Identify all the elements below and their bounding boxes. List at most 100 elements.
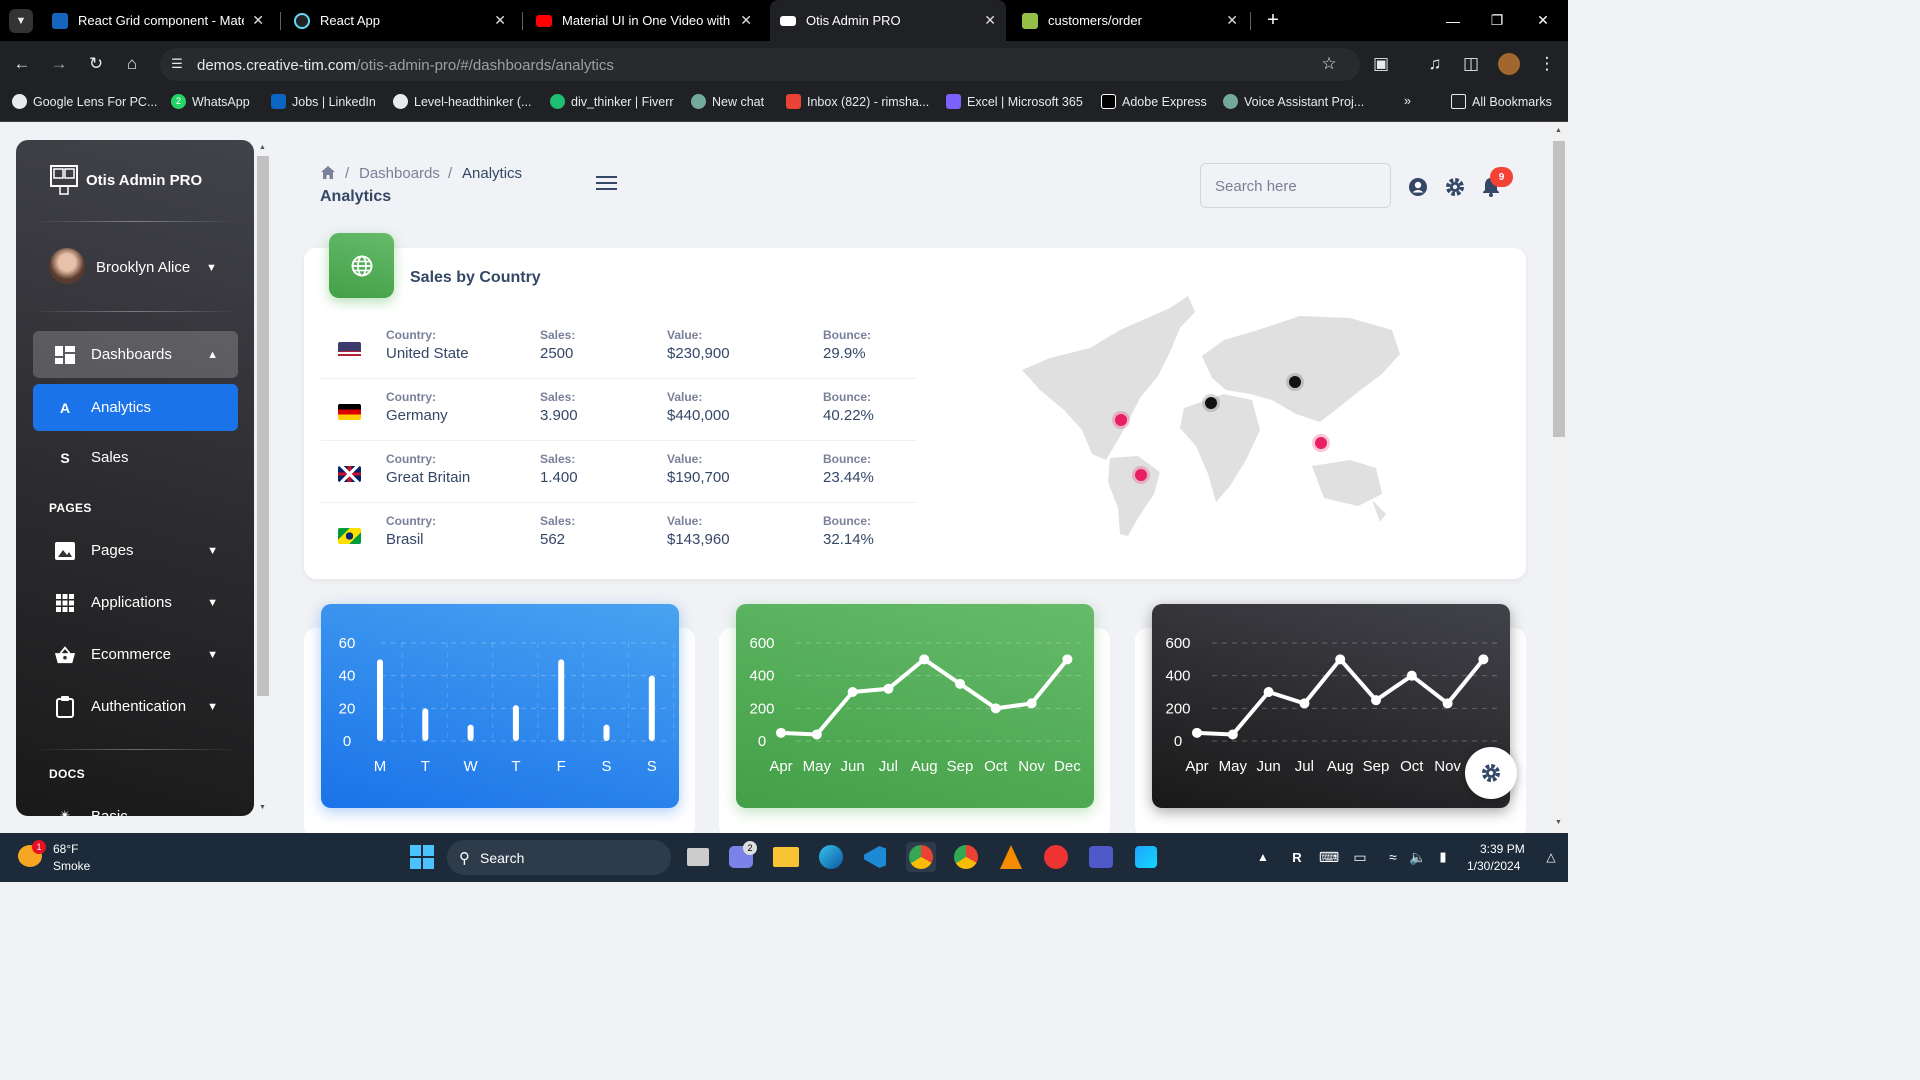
- data-point[interactable]: [1335, 654, 1346, 665]
- teams-icon[interactable]: [1086, 842, 1116, 872]
- display-icon[interactable]: ▭: [1345, 842, 1375, 872]
- home-icon[interactable]: [321, 166, 335, 180]
- menu-icon[interactable]: ⋮: [1536, 53, 1558, 75]
- wps-office-icon[interactable]: [1041, 842, 1071, 872]
- sidebar-item-sales[interactable]: S Sales: [33, 434, 238, 481]
- chrome-icon[interactable]: [951, 842, 981, 872]
- data-point[interactable]: [1442, 698, 1453, 709]
- settings-icon[interactable]: [1445, 177, 1465, 197]
- bookmark-item[interactable]: Level-headthinker (...: [393, 94, 531, 109]
- user-name[interactable]: Brooklyn Alice: [96, 259, 190, 276]
- configurator-button[interactable]: [1465, 747, 1517, 799]
- sidenav-scrollbar[interactable]: ▲ ▼: [256, 140, 270, 816]
- reload-icon[interactable]: ↻: [85, 53, 107, 75]
- notifications-icon[interactable]: △: [1536, 842, 1566, 872]
- data-point[interactable]: [883, 683, 894, 694]
- keyboard-icon[interactable]: ⌨: [1314, 842, 1344, 872]
- url-text[interactable]: demos.creative-tim.com/otis-admin-pro/#/…: [197, 57, 614, 74]
- bookmark-item[interactable]: Adobe Express: [1101, 94, 1207, 109]
- search-input[interactable]: Search here: [1200, 163, 1391, 208]
- extensions-icon[interactable]: ▣: [1370, 53, 1392, 75]
- bar[interactable]: [467, 724, 474, 741]
- battery-icon[interactable]: ▮: [1428, 842, 1458, 872]
- data-point[interactable]: [1406, 670, 1417, 681]
- data-point[interactable]: [919, 654, 930, 665]
- new-tab-button[interactable]: +: [1250, 0, 1296, 41]
- home-icon[interactable]: ⌂: [121, 53, 143, 75]
- bookmark-item[interactable]: Jobs | LinkedIn: [271, 94, 376, 109]
- close-window-button[interactable]: ✕: [1520, 0, 1566, 41]
- sidebar-item-pages[interactable]: Pages ▼: [33, 527, 238, 574]
- data-point[interactable]: [1192, 727, 1202, 738]
- hamburger-menu-icon[interactable]: [596, 176, 617, 191]
- data-point[interactable]: [990, 703, 1001, 714]
- data-point[interactable]: [847, 687, 858, 697]
- map-marker[interactable]: [1289, 376, 1301, 388]
- bookmark-item[interactable]: Voice Assistant Proj...: [1223, 94, 1364, 109]
- chrome-icon[interactable]: [906, 842, 936, 872]
- forward-icon[interactable]: →: [48, 53, 70, 75]
- minimize-button[interactable]: —: [1430, 0, 1476, 41]
- profile-avatar[interactable]: [1498, 53, 1520, 75]
- bookmark-item[interactable]: Inbox (822) - rimsha...: [786, 94, 929, 109]
- tab-search-button[interactable]: ▼: [9, 9, 33, 33]
- media-icon[interactable]: ♫: [1424, 53, 1446, 75]
- edge-icon[interactable]: [816, 842, 846, 872]
- browser-tab[interactable]: Material UI in One Video with R ✕: [526, 0, 762, 41]
- bar[interactable]: [422, 708, 429, 741]
- sidebar-item-dashboards[interactable]: Dashboards ▲: [33, 331, 238, 378]
- restore-button[interactable]: ❐: [1474, 0, 1520, 41]
- bar[interactable]: [648, 675, 655, 741]
- data-point[interactable]: [811, 729, 822, 740]
- page-scrollbar[interactable]: ▲ ▼: [1550, 123, 1568, 833]
- account-icon[interactable]: [1408, 177, 1428, 197]
- bookmark-item[interactable]: div_thinker | Fiverr: [550, 94, 674, 109]
- bookmark-item[interactable]: Excel | Microsoft 365: [946, 94, 1083, 109]
- taskbar-search[interactable]: ⚲ Search: [447, 840, 671, 875]
- user-avatar[interactable]: [49, 248, 85, 284]
- bar[interactable]: [603, 724, 610, 741]
- back-icon[interactable]: ←: [11, 53, 33, 75]
- close-icon[interactable]: ✕: [494, 12, 506, 29]
- close-icon[interactable]: ✕: [740, 12, 752, 29]
- browser-tab[interactable]: customers/order ✕: [1012, 0, 1248, 41]
- map-marker[interactable]: [1135, 469, 1147, 481]
- paint-icon[interactable]: [1131, 842, 1161, 872]
- close-icon[interactable]: ✕: [1226, 12, 1238, 29]
- windows-start-icon[interactable]: [407, 842, 437, 872]
- map-marker[interactable]: [1205, 397, 1217, 409]
- data-point[interactable]: [1227, 729, 1238, 740]
- weather-temp[interactable]: 68°F: [53, 842, 78, 856]
- vscode-icon[interactable]: [860, 842, 890, 872]
- map-marker[interactable]: [1315, 437, 1327, 449]
- sidebar-item-applications[interactable]: Applications ▼: [33, 579, 238, 626]
- file-explorer-icon[interactable]: [771, 842, 801, 872]
- close-icon[interactable]: ✕: [252, 12, 264, 29]
- vlc-icon[interactable]: [996, 842, 1026, 872]
- sidepanel-icon[interactable]: ◫: [1460, 53, 1482, 75]
- bookmark-item[interactable]: New chat: [691, 94, 764, 109]
- all-bookmarks[interactable]: All Bookmarks: [1451, 94, 1552, 109]
- data-point[interactable]: [1026, 698, 1037, 709]
- sidebar-item-authentication[interactable]: Authentication ▼: [33, 683, 238, 730]
- data-point[interactable]: [776, 727, 786, 738]
- sidebar-item-analytics[interactable]: A Analytics: [33, 384, 238, 431]
- chevron-down-icon[interactable]: ▼: [206, 262, 217, 274]
- sidebar-item-ecommerce[interactable]: Ecommerce ▼: [33, 631, 238, 678]
- bookmark-star-icon[interactable]: ☆: [1318, 53, 1340, 75]
- clock-time[interactable]: 3:39 PM: [1480, 842, 1525, 856]
- data-point[interactable]: [1478, 654, 1489, 665]
- browser-tab[interactable]: React Grid component - Materia ✕: [42, 0, 274, 41]
- data-point[interactable]: [1299, 698, 1310, 709]
- bookmark-item[interactable]: Google Lens For PC...: [12, 94, 157, 109]
- data-point[interactable]: [1263, 687, 1274, 697]
- clock-date[interactable]: 1/30/2024: [1467, 859, 1520, 873]
- browser-tab[interactable]: React App ✕: [284, 0, 516, 41]
- brand-name[interactable]: Otis Admin PRO: [86, 172, 202, 189]
- tray-app-icon[interactable]: R: [1282, 842, 1312, 872]
- bookmark-item[interactable]: 2 WhatsApp: [171, 94, 250, 109]
- bar[interactable]: [512, 705, 519, 741]
- breadcrumb-dashboards[interactable]: Dashboards: [359, 165, 440, 182]
- bar[interactable]: [377, 659, 383, 741]
- task-view-icon[interactable]: [683, 842, 713, 872]
